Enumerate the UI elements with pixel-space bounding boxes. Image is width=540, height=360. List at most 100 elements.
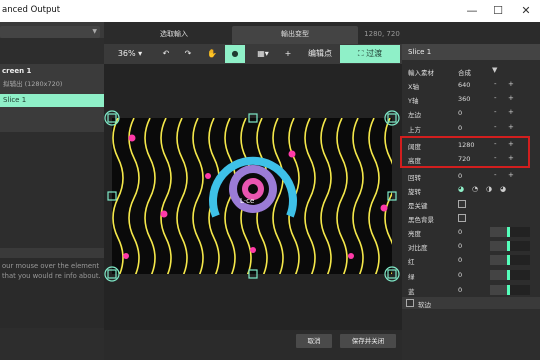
- plus-button[interactable]: +: [508, 123, 514, 131]
- plus-button[interactable]: +: [508, 171, 514, 179]
- x-label: X轴: [408, 83, 419, 91]
- minus-button[interactable]: -: [494, 108, 497, 116]
- contrast-label: 对比度: [408, 244, 428, 252]
- left-panel: ▼ creen 1 拟辅出 (1280x720) Slice 1 our mou…: [0, 22, 104, 360]
- hand-tool-icon[interactable]: ✋: [202, 45, 222, 63]
- chevron-down-icon: ▾: [138, 49, 143, 58]
- keyed-label: 是关键: [408, 202, 428, 210]
- logo-text: L·ce: [240, 197, 254, 205]
- zoom-dropdown[interactable]: 36% ▾: [108, 45, 152, 63]
- undo-icon[interactable]: ↶: [156, 45, 176, 63]
- info-header: [0, 248, 104, 258]
- rotate-270-icon[interactable]: ◕: [500, 185, 506, 193]
- minus-button[interactable]: -: [494, 80, 497, 88]
- spin-row: 旋转 ◕ ◔ ◑ ◕: [402, 184, 540, 197]
- plus-button[interactable]: +: [508, 108, 514, 116]
- screen-dropdown[interactable]: ▼: [0, 26, 100, 38]
- minus-button[interactable]: -: [494, 171, 497, 179]
- rotate-row: 回转 0 - +: [402, 170, 540, 183]
- y-value[interactable]: 360: [458, 95, 470, 103]
- rotate-value[interactable]: 0: [458, 172, 462, 180]
- rotate-180-icon[interactable]: ◑: [486, 185, 492, 193]
- grid-icon[interactable]: ▦▾: [250, 45, 276, 63]
- color-tool-icon[interactable]: ●: [225, 45, 245, 63]
- keyed-checkbox[interactable]: [458, 200, 466, 208]
- red-row: 红 0: [402, 254, 540, 267]
- red-slider[interactable]: [490, 255, 530, 265]
- canvas-toolbar: 36% ▾ ↶ ↷ ✋ ● ▦▾ + 编辑点 ⛶ 过渡: [104, 44, 402, 64]
- green-label: 绿: [408, 273, 415, 281]
- minus-button[interactable]: -: [494, 123, 497, 131]
- slice-list-item[interactable]: Slice 1: [0, 94, 104, 107]
- screen-list: creen 1 拟辅出 (1280x720) Slice 1: [0, 64, 104, 132]
- slider-knob[interactable]: [507, 227, 510, 237]
- y-label: Y轴: [408, 97, 419, 105]
- slice-item-label: Slice 1: [3, 96, 27, 104]
- brightness-slider[interactable]: [490, 227, 530, 237]
- x-value[interactable]: 640: [458, 81, 470, 89]
- contrast-slider[interactable]: [490, 241, 530, 251]
- canvas[interactable]: L·ce: [104, 64, 402, 330]
- input-material-value: 合成: [458, 69, 471, 77]
- green-slider[interactable]: [490, 270, 530, 280]
- brightness-label: 亮度: [408, 230, 421, 238]
- plus-button[interactable]: +: [508, 94, 514, 102]
- edit-points-button[interactable]: 编辑点: [300, 45, 340, 63]
- transition-label: 过渡: [366, 49, 383, 58]
- keyed-row: 是关键: [402, 198, 540, 211]
- top-row: 上方 0 - +: [402, 122, 540, 135]
- slider-fill: [490, 285, 508, 295]
- add-point-icon[interactable]: +: [280, 45, 296, 63]
- slider-fill: [490, 270, 508, 280]
- red-value[interactable]: 0: [458, 256, 462, 264]
- left-header: ▼: [0, 22, 104, 38]
- slider-knob[interactable]: [507, 270, 510, 280]
- brightness-value[interactable]: 0: [458, 228, 462, 236]
- slider-knob[interactable]: [507, 241, 510, 251]
- redo-icon[interactable]: ↷: [178, 45, 198, 63]
- soft-edge-checkbox[interactable]: [406, 299, 414, 307]
- left-label: 左边: [408, 111, 421, 119]
- screen-title: creen 1: [2, 67, 32, 75]
- input-material-row[interactable]: 輸入素材 合成 ▼: [402, 65, 540, 78]
- contrast-value[interactable]: 0: [458, 242, 462, 250]
- close-button[interactable]: ✕: [506, 0, 540, 22]
- top-label: 上方: [408, 126, 421, 134]
- chevron-down-icon: ▼: [492, 66, 498, 74]
- width-height-highlight: [400, 136, 530, 168]
- input-material-label: 輸入素材: [408, 69, 434, 77]
- rotate-label: 回转: [408, 174, 421, 182]
- top-value[interactable]: 0: [458, 124, 462, 132]
- plus-button[interactable]: +: [508, 80, 514, 88]
- y-row: Y轴 360 - +: [402, 93, 540, 106]
- canvas-preview: L·ce: [104, 110, 400, 282]
- zoom-value: 36%: [117, 49, 136, 58]
- rotate-0-icon[interactable]: ◕: [458, 185, 464, 193]
- blue-slider[interactable]: [490, 285, 530, 295]
- minus-button[interactable]: -: [494, 94, 497, 102]
- blue-value[interactable]: 0: [458, 286, 462, 294]
- rotate-90-icon[interactable]: ◔: [472, 185, 478, 193]
- left-row: 左边 0 - +: [402, 107, 540, 120]
- info-text: our mouse over the element that you woul…: [2, 262, 101, 280]
- save-close-button[interactable]: 保存并关闭: [340, 334, 396, 348]
- green-value[interactable]: 0: [458, 271, 462, 279]
- brightness-row: 亮度 0: [402, 226, 540, 239]
- black-bg-row: 黑色背景: [402, 212, 540, 225]
- coords-readout: 1280, 720 ): [364, 30, 400, 54]
- tab-output-transform[interactable]: 輸出变型: [232, 26, 358, 44]
- soft-edge-label: 软边: [418, 301, 431, 309]
- slider-knob[interactable]: [507, 285, 510, 295]
- left-value[interactable]: 0: [458, 109, 462, 117]
- black-bg-checkbox[interactable]: [458, 214, 466, 222]
- slider-fill: [490, 241, 508, 251]
- tab-input-select[interactable]: 选取輸入: [134, 26, 214, 44]
- info-panel: our mouse over the element that you woul…: [0, 248, 104, 328]
- soft-edge-row: 软边: [402, 297, 540, 309]
- cancel-button[interactable]: 取消: [296, 334, 332, 348]
- chevron-down-icon: ▼: [92, 28, 97, 35]
- slider-knob[interactable]: [507, 255, 510, 265]
- transition-button[interactable]: ⛶ 过渡: [340, 45, 400, 63]
- properties-panel: Slice 1 輸入素材 合成 ▼ X轴 640 - + Y轴 360 - + …: [402, 44, 540, 360]
- spin-label: 旋转: [408, 188, 421, 196]
